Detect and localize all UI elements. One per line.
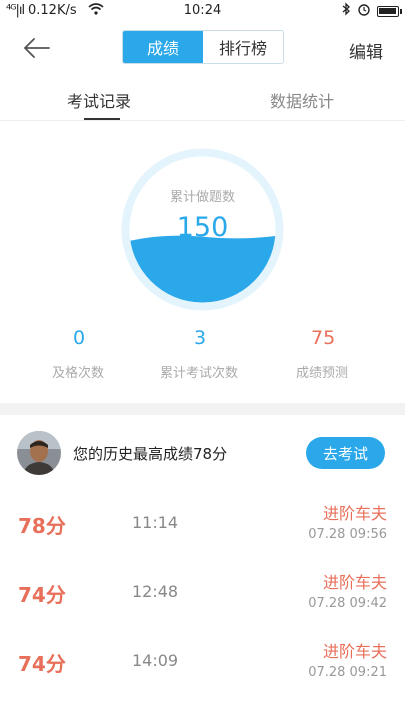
record-date: 07.28 09:56 — [308, 527, 387, 542]
status-icons — [341, 2, 402, 20]
back-arrow-icon[interactable] — [22, 34, 52, 62]
record-level: 进阶车夫 — [322, 642, 387, 661]
record-row[interactable]: 74分 12:48 进阶车夫 07.28 09:42 — [0, 563, 405, 629]
record-row[interactable]: 78分 11:14 进阶车夫 07.28 09:56 — [0, 494, 405, 560]
avatar[interactable] — [17, 431, 61, 475]
gauge-value: 150 — [176, 212, 229, 243]
section-separator — [0, 403, 405, 415]
record-duration: 14:09 — [132, 651, 179, 670]
record-score: 74分 — [18, 583, 66, 607]
sub-tabs: 考试记录 数据统计 — [0, 80, 405, 122]
status-bar: ⁴ᴳ|ıl 0.12K/s 10:24 — [0, 0, 405, 22]
record-score: 74分 — [18, 652, 66, 676]
exam-count-label: 累计考试次数 — [160, 366, 239, 381]
divider — [0, 120, 405, 121]
record-row[interactable]: 74分 14:09 进阶车夫 07.28 09:21 — [0, 632, 405, 698]
tab-exam-records[interactable]: 考试记录 — [67, 88, 131, 112]
gauge-wave — [129, 234, 276, 303]
take-exam-button[interactable]: 去考试 — [306, 437, 385, 469]
gauge-label: 累计做题数 — [169, 190, 235, 205]
record-level: 进阶车夫 — [322, 504, 387, 523]
tab-data-stats[interactable]: 数据统计 — [270, 88, 334, 112]
battery-icon — [377, 5, 402, 17]
pass-count-label: 及格次数 — [52, 366, 105, 381]
record-level: 进阶车夫 — [322, 573, 387, 592]
record-date: 07.28 09:21 — [308, 665, 387, 680]
record-duration: 11:14 — [132, 513, 179, 532]
record-date: 07.28 09:42 — [308, 596, 387, 611]
bluetooth-icon — [341, 2, 351, 20]
predicted-score-label: 成绩预测 — [296, 366, 349, 381]
predicted-score-value: 75 — [311, 327, 336, 349]
record-duration: 12:48 — [132, 582, 179, 601]
edit-button[interactable]: 编辑 — [349, 38, 383, 63]
best-score-text: 您的历史最高成绩78分 — [73, 445, 228, 463]
segment-control: 成绩 排行榜 — [122, 30, 284, 64]
tab-score[interactable]: 成绩 — [123, 31, 203, 63]
nav-header: 成绩 排行榜 编辑 — [0, 24, 405, 72]
tab-leaderboard[interactable]: 排行榜 — [203, 31, 283, 63]
alarm-icon — [357, 2, 371, 20]
pass-count-value: 0 — [73, 327, 86, 349]
exam-count-value: 3 — [194, 327, 207, 349]
record-score: 78分 — [18, 514, 66, 538]
